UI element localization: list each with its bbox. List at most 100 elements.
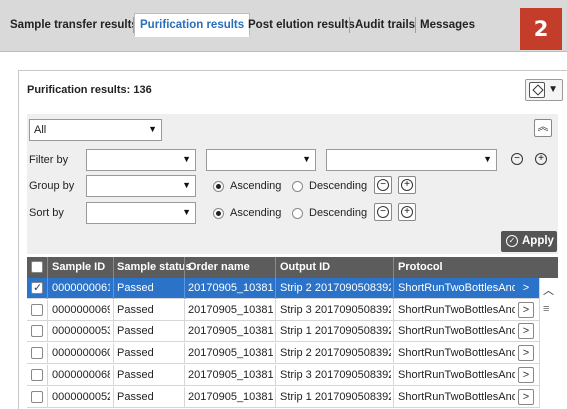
cell-output-id: Strip 3 20170905083920 [280,303,391,316]
row-checkbox[interactable] [31,368,43,381]
column-divider [47,278,48,299]
row-detail-chevron-icon[interactable]: > [518,388,534,405]
column-divider [184,321,185,343]
tab-bar: Sample transfer results Purification res… [0,0,567,52]
column-divider [47,386,48,408]
minus-circle-icon: − [377,179,389,191]
row-checkbox[interactable] [31,303,43,316]
column-divider [113,278,114,299]
row-detail-chevron-icon[interactable]: > [518,366,534,383]
apply-label: Apply [522,235,554,247]
column-divider [113,257,114,278]
row-checkbox[interactable] [31,347,43,360]
scope-select[interactable]: All ▼ [29,119,162,141]
sort-by-label: Sort by [29,207,64,219]
cell-output-id: Strip 1 20170905083920 [280,390,391,403]
table-row[interactable]: 0000000068 Passed 20170905_103812 Strip 3 2… [27,364,558,386]
remove-sort-button[interactable]: − [374,203,392,221]
row-checkbox[interactable] [31,325,43,338]
check-circle-icon: ✓ [506,235,518,247]
row-checkbox[interactable] [31,281,43,294]
filter-area: All ▼ ︽ Filter by ▼ ▼ ▼ − + Group by ▼ A… [27,114,558,254]
cell-sample-status: Passed [117,282,154,294]
scroll-grip-icon[interactable]: ≡ [543,303,549,315]
collapse-filters-button[interactable]: ︽ [534,119,552,137]
cell-protocol: ShortRunTwoBottlesAndTul [398,368,515,381]
plus-circle-icon: + [401,179,413,191]
chevron-down-icon: ▼ [548,84,558,95]
column-header-sample-status[interactable]: Sample status [117,261,192,273]
column-header-output-id[interactable]: Output ID [280,261,330,273]
cell-order-name: 20170905_103812 [188,282,273,294]
cell-protocol: ShortRunTwoBottlesAndTul [398,303,515,316]
cell-sample-id: 0000000052 [52,390,110,403]
column-divider [275,299,276,321]
sort-ascending-radio[interactable] [213,208,224,219]
cell-sample-id: 0000000068 [52,368,110,381]
column-divider [184,343,185,365]
plus-circle-icon: + [535,153,547,165]
group-ascending-radio[interactable] [213,181,224,192]
filter-operator-select[interactable]: ▼ [206,149,316,171]
cell-sample-status: Passed [117,303,154,316]
remove-group-button[interactable]: − [374,176,392,194]
group-by-select[interactable]: ▼ [86,175,196,197]
table-row[interactable]: 0000000053 Passed 20170905_103812 Strip 1 2… [27,321,558,343]
tab-post-elution-results[interactable]: Post elution results [243,14,360,36]
tab-audit-trails[interactable]: Audit trails [350,14,420,36]
export-button[interactable]: ▼ [525,79,563,101]
filter-value-select[interactable]: ▼ [326,149,497,171]
add-group-button[interactable]: + [398,176,416,194]
filter-field-select[interactable]: ▼ [86,149,196,171]
sort-descending-radio[interactable] [292,208,303,219]
column-divider [47,257,48,278]
add-sort-button[interactable]: + [398,203,416,221]
column-divider [393,257,394,278]
cell-sample-status: Passed [117,347,154,360]
remove-filter-button[interactable]: − [509,151,527,169]
column-divider [113,343,114,365]
column-divider [47,299,48,321]
column-divider [47,343,48,365]
cell-protocol: ShortRunTwoBottlesAndTul [398,347,515,360]
tab-sample-transfer-results[interactable]: Sample transfer results [5,14,143,36]
apply-button[interactable]: ✓ Apply [501,231,557,252]
cell-protocol: ShortRunTwoBottlesAndTul [398,390,515,403]
column-header-order-name[interactable]: Order name [188,261,250,273]
cell-sample-status: Passed [117,368,154,381]
sort-by-select[interactable]: ▼ [86,202,196,224]
column-divider [275,343,276,365]
column-divider [275,257,276,278]
row-detail-chevron-icon[interactable]: > [518,323,534,340]
row-detail-chevron-icon[interactable]: > [518,345,534,362]
tab-purification-results[interactable]: Purification results [134,13,251,37]
cell-output-id: Strip 2 20170905083920 [280,347,391,360]
row-detail-chevron-icon[interactable]: > [518,280,534,296]
cell-output-id: Strip 2 20170905083920 [280,282,391,294]
chevron-up-icon[interactable]: ︿ [543,282,554,298]
column-header-protocol[interactable]: Protocol [398,261,443,273]
add-filter-button[interactable]: + [533,151,551,169]
tab-messages[interactable]: Messages [415,14,480,36]
group-descending-radio[interactable] [292,181,303,192]
row-checkbox[interactable] [31,390,43,403]
column-divider [184,278,185,299]
table-scrollbar[interactable]: ︿ ≡ [539,278,558,408]
table-row[interactable]: 0000000060 Passed 20170905_103812 Strip 2 2… [27,343,558,365]
table-row[interactable]: 0000000061 Passed 20170905_103812 Strip 2 2… [27,278,558,299]
row-detail-chevron-icon[interactable]: > [518,301,534,318]
table-row[interactable]: 0000000052 Passed 20170905_103812 Strip 1 2… [27,386,558,408]
cell-order-name: 20170905_103812 [188,325,273,338]
select-all-checkbox[interactable] [31,261,43,273]
column-header-sample-id[interactable]: Sample ID [52,261,105,273]
column-divider [393,299,394,321]
column-divider [184,364,185,386]
column-divider [393,321,394,343]
table-row[interactable]: 0000000069 Passed 20170905_103812 Strip 3 2… [27,299,558,321]
chevron-down-icon: ▼ [182,154,191,164]
results-panel: Purification results: 136 ▼ All ▼ ︽ Filt… [18,70,567,409]
cell-sample-status: Passed [117,325,154,338]
column-divider [47,321,48,343]
sort-descending-label: Descending [309,207,368,219]
column-divider [184,299,185,321]
